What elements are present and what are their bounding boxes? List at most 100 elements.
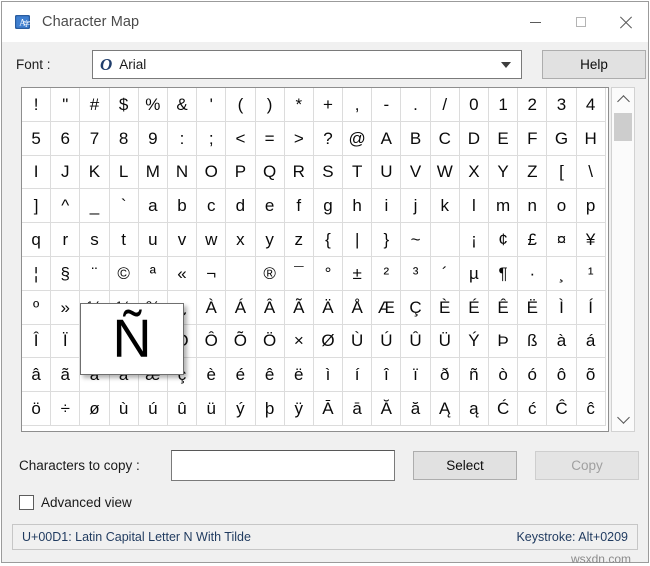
character-cell[interactable]: : (167, 121, 198, 156)
character-cell[interactable]: W (430, 155, 460, 190)
character-cell[interactable]: ² (372, 256, 402, 291)
character-cell[interactable]: Ë (518, 290, 548, 325)
character-cell[interactable]: 3 (547, 88, 577, 122)
character-cell[interactable]: » (51, 290, 81, 325)
character-cell[interactable]: _ (80, 189, 110, 224)
character-cell[interactable]: ã (51, 358, 81, 393)
character-cell[interactable]: ¦ (22, 256, 52, 291)
character-cell[interactable]: û (167, 392, 198, 426)
font-dropdown[interactable]: O Arial (92, 50, 522, 79)
character-cell[interactable]: ± (343, 256, 373, 291)
character-cell[interactable]: { (313, 223, 344, 257)
character-cell[interactable]: Â (255, 290, 285, 325)
character-cell[interactable]: ¸ (547, 256, 577, 291)
character-cell[interactable]: C (430, 121, 460, 156)
character-cell[interactable]: J (51, 155, 81, 190)
character-cell[interactable]: µ (459, 256, 489, 291)
character-cell[interactable]: $ (109, 88, 139, 122)
character-cell[interactable]: H (576, 121, 606, 156)
character-cell[interactable]: z (284, 223, 314, 257)
character-cell[interactable]: Ç (401, 290, 431, 325)
character-cell[interactable]: Ê (489, 290, 519, 325)
character-cell[interactable]: f (284, 189, 314, 224)
scroll-up-button[interactable] (612, 90, 634, 110)
character-cell[interactable]: ê (255, 358, 285, 393)
character-cell[interactable]: a (138, 189, 168, 224)
character-cell[interactable]: ó (518, 358, 548, 393)
character-cell[interactable]: ` (109, 189, 139, 224)
character-cell[interactable]: î (372, 358, 402, 393)
character-cell[interactable]: " (51, 88, 81, 122)
character-cell[interactable]: L (109, 155, 139, 190)
character-cell[interactable]: & (167, 88, 198, 122)
character-cell[interactable]: ò (489, 358, 519, 393)
character-cell[interactable]: h (343, 189, 373, 224)
character-cell[interactable]: 8 (109, 121, 139, 156)
character-cell[interactable]: S (313, 155, 344, 190)
character-cell[interactable]: D (459, 121, 489, 156)
character-cell[interactable]: O (197, 155, 227, 190)
character-cell[interactable]: y (255, 223, 285, 257)
character-cell[interactable]: U (372, 155, 402, 190)
character-cell[interactable]: ĉ (576, 392, 606, 426)
character-cell[interactable]: ; (197, 121, 227, 156)
character-cell[interactable]: ą (459, 392, 489, 426)
character-cell[interactable]: Ô (197, 324, 227, 359)
character-cell[interactable]: é (226, 358, 256, 393)
character-cell[interactable]: « (167, 256, 198, 291)
scroll-down-button[interactable] (612, 409, 634, 429)
character-cell[interactable]: * (284, 88, 314, 122)
character-cell[interactable]: + (313, 88, 344, 122)
character-cell[interactable]: V (401, 155, 431, 190)
character-cell[interactable]: Ć (489, 392, 519, 426)
character-cell[interactable]: ¢ (489, 223, 519, 257)
character-cell[interactable]: ô (547, 358, 577, 393)
character-cell[interactable]: × (284, 324, 314, 359)
character-cell[interactable]: Î (22, 324, 52, 359)
character-cell[interactable]: Ì (547, 290, 577, 325)
advanced-view-checkbox[interactable] (19, 494, 34, 510)
character-cell[interactable]: = (255, 121, 285, 156)
character-cell[interactable]: í (343, 358, 373, 393)
character-cell[interactable]: ÷ (51, 392, 81, 426)
character-cell[interactable]: ! (22, 88, 52, 122)
character-cell[interactable]: ā (343, 392, 373, 426)
character-cell[interactable]: / (430, 88, 460, 122)
character-cell[interactable]: Ö (255, 324, 285, 359)
character-cell[interactable]: Ø (313, 324, 344, 359)
character-cell[interactable]: \ (576, 155, 606, 190)
character-cell[interactable]: Þ (489, 324, 519, 359)
character-cell[interactable]: ´ (430, 256, 460, 291)
character-cell[interactable]: Y (489, 155, 519, 190)
character-cell[interactable]: ( (226, 88, 256, 122)
character-cell[interactable]: º (22, 290, 52, 325)
character-cell[interactable]: ª (138, 256, 168, 291)
character-cell[interactable]: Ú (372, 324, 402, 359)
character-cell[interactable]: @ (343, 121, 373, 156)
character-cell[interactable]: è (197, 358, 227, 393)
character-cell[interactable]: õ (576, 358, 606, 393)
character-cell[interactable]: Å (343, 290, 373, 325)
character-cell[interactable]: w (197, 223, 227, 257)
character-cell[interactable]: F (518, 121, 548, 156)
character-cell[interactable]: Ã (284, 290, 314, 325)
close-button[interactable] (603, 2, 648, 42)
character-cell[interactable]: ¡ (459, 223, 489, 257)
character-cell[interactable]: ) (255, 88, 285, 122)
character-cell[interactable]: ~ (401, 223, 431, 257)
character-cell[interactable]: ^ (51, 189, 81, 224)
character-cell[interactable]: t (109, 223, 139, 257)
character-cell[interactable]: - (372, 88, 402, 122)
character-cell[interactable]: þ (255, 392, 285, 426)
character-cell[interactable]: P (226, 155, 256, 190)
character-cell[interactable] (430, 223, 460, 257)
character-cell[interactable]: Í (576, 290, 606, 325)
character-cell[interactable]: Æ (372, 290, 402, 325)
character-cell[interactable]: ð (430, 358, 460, 393)
character-cell[interactable]: u (138, 223, 168, 257)
character-cell[interactable]: } (372, 223, 402, 257)
character-cell[interactable]: ć (518, 392, 548, 426)
character-cell[interactable]: B (401, 121, 431, 156)
character-cell[interactable]: % (138, 88, 168, 122)
character-cell[interactable]: . (401, 88, 431, 122)
